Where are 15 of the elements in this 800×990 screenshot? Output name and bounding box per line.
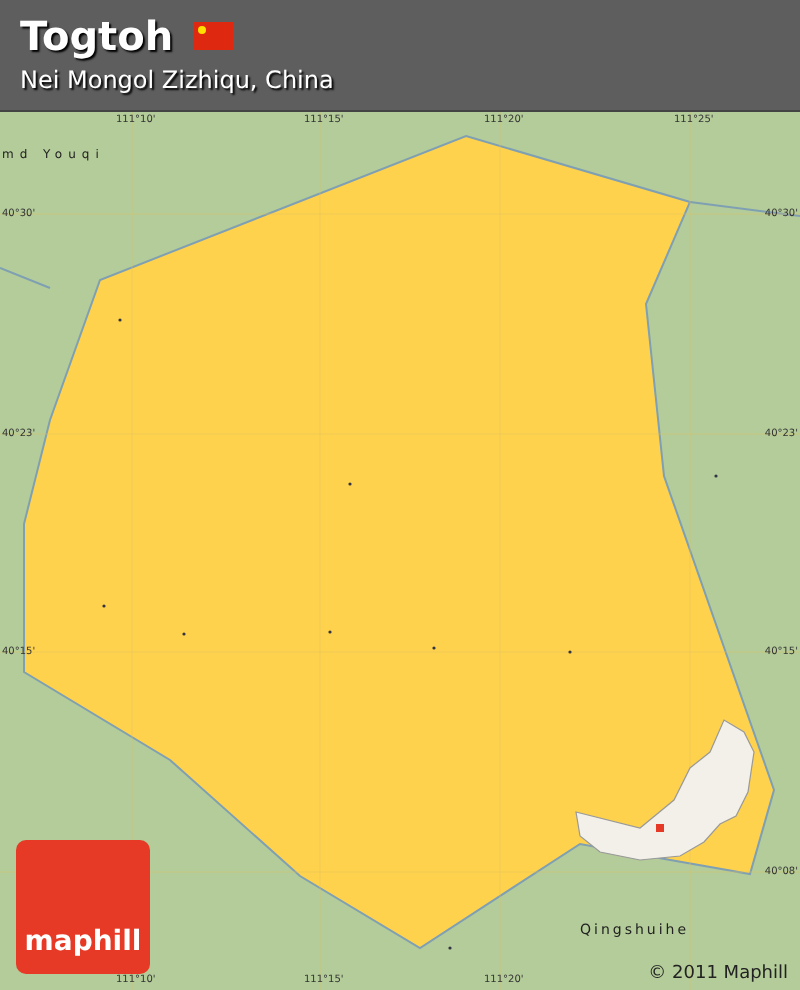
location-marker [656, 824, 664, 832]
town-marker [118, 318, 122, 322]
town-marker [568, 650, 572, 654]
town-marker [448, 946, 452, 950]
town-marker [328, 630, 332, 634]
town-marker [714, 474, 718, 478]
town-marker [182, 632, 186, 636]
town-marker [102, 604, 106, 608]
town-marker [432, 646, 436, 650]
town-marker [348, 482, 352, 486]
china-flag-icon [193, 22, 234, 50]
maphill-logo: maphill [16, 840, 150, 974]
region-subtitle: Nei Mongol Zizhiqu, China [20, 66, 336, 94]
copyright-text: © 2011 Maphill [648, 964, 788, 984]
place-title: Togtoh [20, 12, 174, 60]
